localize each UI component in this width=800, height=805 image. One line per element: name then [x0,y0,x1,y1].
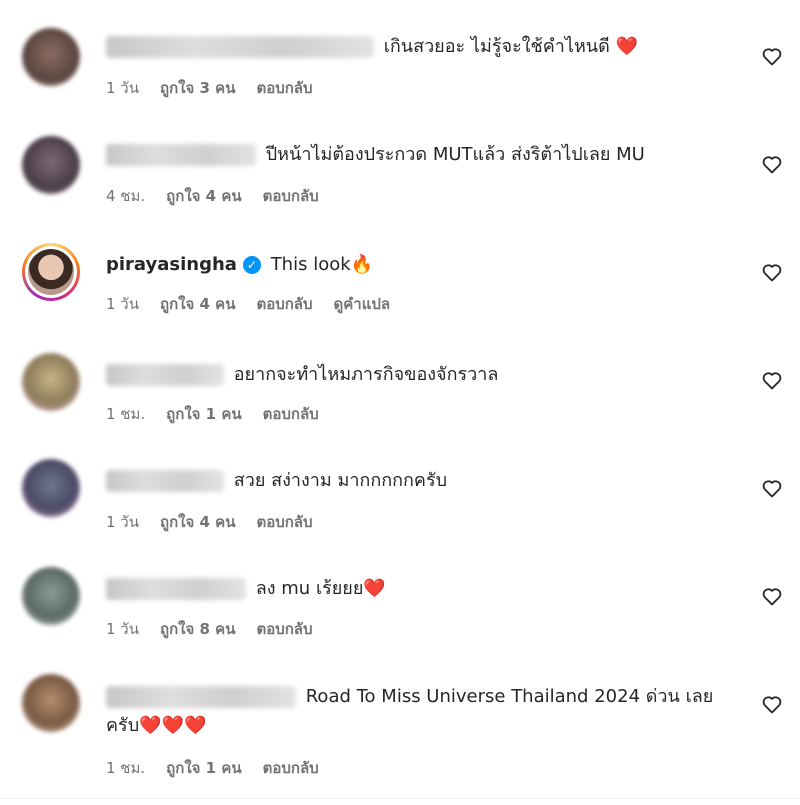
heart-outline-icon[interactable] [760,152,784,176]
comment-text: สวย สง่างาม มากกกกกครับ [233,470,448,491]
like-count[interactable]: ถูกใจ 8 คน [160,617,235,641]
heart-emoji: ❤️ [615,36,638,57]
divider [0,798,800,799]
comment-text: อยากจะทำไหมภารกิจของจักรวาล [233,364,499,385]
like-count[interactable]: ถูกใจ 4 คน [160,292,235,316]
avatar[interactable] [22,674,80,732]
reply-button[interactable]: ตอบกลับ [263,402,319,426]
username-blurred[interactable] [106,470,224,492]
comment-time[interactable]: 1 วัน [106,76,139,100]
heart-outline-icon[interactable] [760,584,784,608]
avatar[interactable] [22,567,80,625]
heart-outline-icon[interactable] [760,476,784,500]
comment-time[interactable]: 1 ชม. [106,756,145,780]
avatar[interactable] [22,243,80,301]
reply-button[interactable]: ตอบกลับ [256,617,312,641]
reply-button[interactable]: ตอบกลับ [256,510,312,534]
like-count[interactable]: ถูกใจ 1 คน [166,402,241,426]
comment-text: ลง mu เร้ยยย [255,578,364,599]
profile-photo [28,249,74,295]
heart-outline-icon[interactable] [760,368,784,392]
comment-time[interactable]: 4 ชม. [106,184,145,208]
heart-outline-icon[interactable] [760,44,784,68]
like-count[interactable]: ถูกใจ 1 คน [166,756,241,780]
comment-text: ปีหน้าไม่ต้องประกวด MUTแล้ว ส่งริต้าไปเล… [265,144,645,165]
comment-text: เกินสวยอะ ไม่รู้จะใช้คำไหนดี [383,36,610,57]
comment-text: This look [270,254,351,275]
avatar[interactable] [22,28,80,86]
like-count[interactable]: ถูกใจ 4 คน [166,184,241,208]
heart-outline-icon[interactable] [760,260,784,284]
username-blurred[interactable] [106,36,374,58]
comment-time[interactable]: 1 ชม. [106,402,145,426]
comment-time[interactable]: 1 วัน [106,617,139,641]
comment-time[interactable]: 1 วัน [106,510,139,534]
like-count[interactable]: ถูกใจ 3 คน [160,76,235,100]
heart-emoji: ❤️❤️❤️ [139,715,207,736]
like-count[interactable]: ถูกใจ 4 คน [160,510,235,534]
avatar[interactable] [22,353,80,411]
comment-time[interactable]: 1 วัน [106,292,139,316]
comment-list: เกินสวยอะ ไม่รู้จะใช้คำไหนดี ❤️ 1 วัน ถู… [0,0,800,805]
translate-button[interactable]: ดูคำแปล [334,292,391,316]
username-blurred[interactable] [106,364,224,386]
verified-badge-icon: ✓ [242,256,261,274]
username-blurred[interactable] [106,578,246,600]
avatar[interactable] [22,459,80,517]
reply-button[interactable]: ตอบกลับ [263,756,319,780]
reply-button[interactable]: ตอบกลับ [256,76,312,100]
reply-button[interactable]: ตอบกลับ [256,292,312,316]
reply-button[interactable]: ตอบกลับ [263,184,319,208]
heart-emoji: ❤️ [363,578,386,599]
username-blurred[interactable] [106,144,256,166]
username[interactable]: pirayasingha [106,254,237,275]
avatar[interactable] [22,136,80,194]
heart-outline-icon[interactable] [760,692,784,716]
username-blurred[interactable] [106,686,296,708]
fire-emoji: 🔥 [350,254,374,275]
